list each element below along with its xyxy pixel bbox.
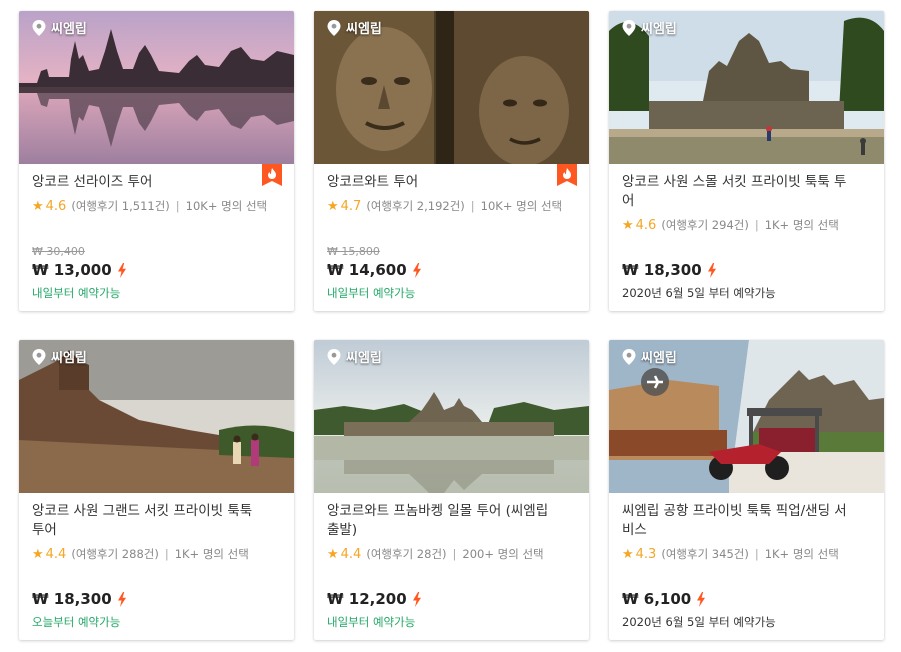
location-pin-icon (327, 348, 341, 365)
location-label: 씨엠립 (346, 351, 382, 366)
star-icon: ★ (327, 198, 339, 214)
selected-count: 10K+ 명의 선택 (480, 199, 563, 213)
product-title[interactable]: 앙코르 사원 스몰 서킷 프라이빗 툭툭 투어 (622, 173, 872, 211)
location-tag: 씨엠립 (327, 347, 382, 366)
star-icon: ★ (622, 546, 634, 562)
location-label: 씨엠립 (641, 351, 677, 366)
original-price: ₩ 15,800 (327, 245, 380, 258)
location-label: 씨엠립 (51, 351, 87, 366)
instant-confirm-bolt-icon (412, 262, 421, 278)
instant-confirm-bolt-icon (412, 591, 421, 607)
divider: | (164, 547, 169, 561)
location-label: 씨엠립 (51, 22, 87, 37)
divider: | (175, 199, 180, 213)
rating-row: ★ 4.6 (여행후기 294건) | 1K+ 명의 선택 (622, 217, 872, 233)
availability: 내일부터 예약가능 (327, 615, 416, 629)
divider: | (470, 199, 475, 213)
rating-row: ★ 4.7 (여행후기 2,192건) | 10K+ 명의 선택 (327, 198, 577, 214)
review-count: (여행후기 288건) (71, 547, 159, 561)
location-pin-icon (32, 19, 46, 36)
price: ₩ 18,300 (32, 590, 282, 608)
rating-row: ★ 4.6 (여행후기 1,511건) | 10K+ 명의 선택 (32, 198, 282, 214)
product-card[interactable]: 씨엠립 앙코르 선라이즈 투어 ★ 4.6 (여행후기 1,511건) | 10… (19, 11, 294, 311)
availability: 내일부터 예약가능 (32, 286, 121, 300)
divider: | (754, 218, 759, 232)
product-card[interactable]: 씨엠립 앙코르와트 프놈바켕 일몰 투어 (씨엠립 출발) ★ 4.4 (여행후… (314, 340, 589, 640)
selected-count: 1K+ 명의 선택 (174, 547, 249, 561)
price-value: ₩ 12,200 (327, 590, 407, 608)
product-image[interactable]: 씨엠립 (314, 340, 589, 493)
price: ₩ 18,300 (622, 261, 872, 279)
review-count: (여행후기 345건) (661, 547, 749, 561)
star-icon: ★ (32, 546, 44, 562)
instant-confirm-bolt-icon (697, 591, 706, 607)
product-image[interactable]: 씨엠립 (609, 340, 884, 493)
product-title[interactable]: 씨엠립 공항 프라이빗 툭툭 픽업/샌딩 서비스 (622, 502, 872, 540)
rating-row: ★ 4.3 (여행후기 345건) | 1K+ 명의 선택 (622, 546, 872, 562)
location-pin-icon (622, 19, 636, 36)
product-card[interactable]: 씨엠립 앙코르 사원 그랜드 서킷 프라이빗 툭툭 투어 ★ 4.4 (여행후기… (19, 340, 294, 640)
availability: 2020년 6월 5일 부터 예약가능 (622, 615, 776, 629)
location-pin-icon (622, 348, 636, 365)
availability: 내일부터 예약가능 (327, 286, 416, 300)
location-pin-icon (32, 348, 46, 365)
product-image[interactable]: 씨엠립 (609, 11, 884, 164)
rating-score: 4.6 (635, 217, 657, 233)
review-count: (여행후기 2,192건) (366, 199, 465, 213)
product-title[interactable]: 앙코르 선라이즈 투어 (32, 173, 282, 192)
product-card[interactable]: 씨엠립 앙코르와트 투어 ★ 4.7 (여행후기 2,192건) | 10K+ … (314, 11, 589, 311)
product-image[interactable]: 씨엠립 (19, 11, 294, 164)
location-tag: 씨엠립 (32, 347, 87, 366)
rating-score: 4.4 (45, 546, 67, 562)
price: ₩ 6,100 (622, 590, 872, 608)
location-tag: 씨엠립 (327, 18, 382, 37)
review-count: (여행후기 1,511건) (71, 199, 170, 213)
selected-count: 1K+ 명의 선택 (764, 218, 839, 232)
rating-score: 4.4 (340, 546, 362, 562)
product-title[interactable]: 앙코르 사원 그랜드 서킷 프라이빗 툭툭 투어 (32, 502, 282, 540)
price: ₩ 14,600 (327, 261, 577, 279)
star-icon: ★ (622, 217, 634, 233)
availability: 오늘부터 예약가능 (32, 615, 121, 629)
selected-count: 200+ 명의 선택 (462, 547, 544, 561)
star-icon: ★ (32, 198, 44, 214)
instant-confirm-bolt-icon (707, 262, 716, 278)
price-value: ₩ 13,000 (32, 261, 112, 279)
product-title[interactable]: 앙코르와트 투어 (327, 173, 577, 192)
product-card[interactable]: 씨엠립 앙코르 사원 스몰 서킷 프라이빗 툭툭 투어 ★ 4.6 (여행후기 … (609, 11, 884, 311)
price-value: ₩ 18,300 (622, 261, 702, 279)
review-count: (여행후기 28건) (366, 547, 447, 561)
selected-count: 1K+ 명의 선택 (764, 547, 839, 561)
product-card[interactable]: 씨엠립 씨엠립 공항 프라이빗 툭툭 픽업/샌딩 서비스 ★ 4.3 (여행후기… (609, 340, 884, 640)
price: ₩ 13,000 (32, 261, 282, 279)
product-image[interactable]: 씨엠립 (314, 11, 589, 164)
instant-confirm-bolt-icon (117, 591, 126, 607)
location-tag: 씨엠립 (32, 18, 87, 37)
rating-score: 4.3 (635, 546, 657, 562)
divider: | (754, 547, 759, 561)
rating-score: 4.6 (45, 198, 67, 214)
price: ₩ 12,200 (327, 590, 577, 608)
star-icon: ★ (327, 546, 339, 562)
product-title[interactable]: 앙코르와트 프놈바켕 일몰 투어 (씨엠립 출발) (327, 502, 577, 540)
review-count: (여행후기 294건) (661, 218, 749, 232)
divider: | (452, 547, 457, 561)
rating-row: ★ 4.4 (여행후기 288건) | 1K+ 명의 선택 (32, 546, 282, 562)
selected-count: 10K+ 명의 선택 (185, 199, 268, 213)
rating-score: 4.7 (340, 198, 362, 214)
price-value: ₩ 18,300 (32, 590, 112, 608)
location-pin-icon (327, 19, 341, 36)
location-label: 씨엠립 (346, 22, 382, 37)
original-price: ₩ 30,400 (32, 245, 85, 258)
instant-confirm-bolt-icon (117, 262, 126, 278)
location-label: 씨엠립 (641, 22, 677, 37)
price-value: ₩ 14,600 (327, 261, 407, 279)
rating-row: ★ 4.4 (여행후기 28건) | 200+ 명의 선택 (327, 546, 577, 562)
availability: 2020년 6월 5일 부터 예약가능 (622, 286, 776, 300)
price-value: ₩ 6,100 (622, 590, 692, 608)
location-tag: 씨엠립 (622, 18, 677, 37)
location-tag: 씨엠립 (622, 347, 677, 366)
product-image[interactable]: 씨엠립 (19, 340, 294, 493)
